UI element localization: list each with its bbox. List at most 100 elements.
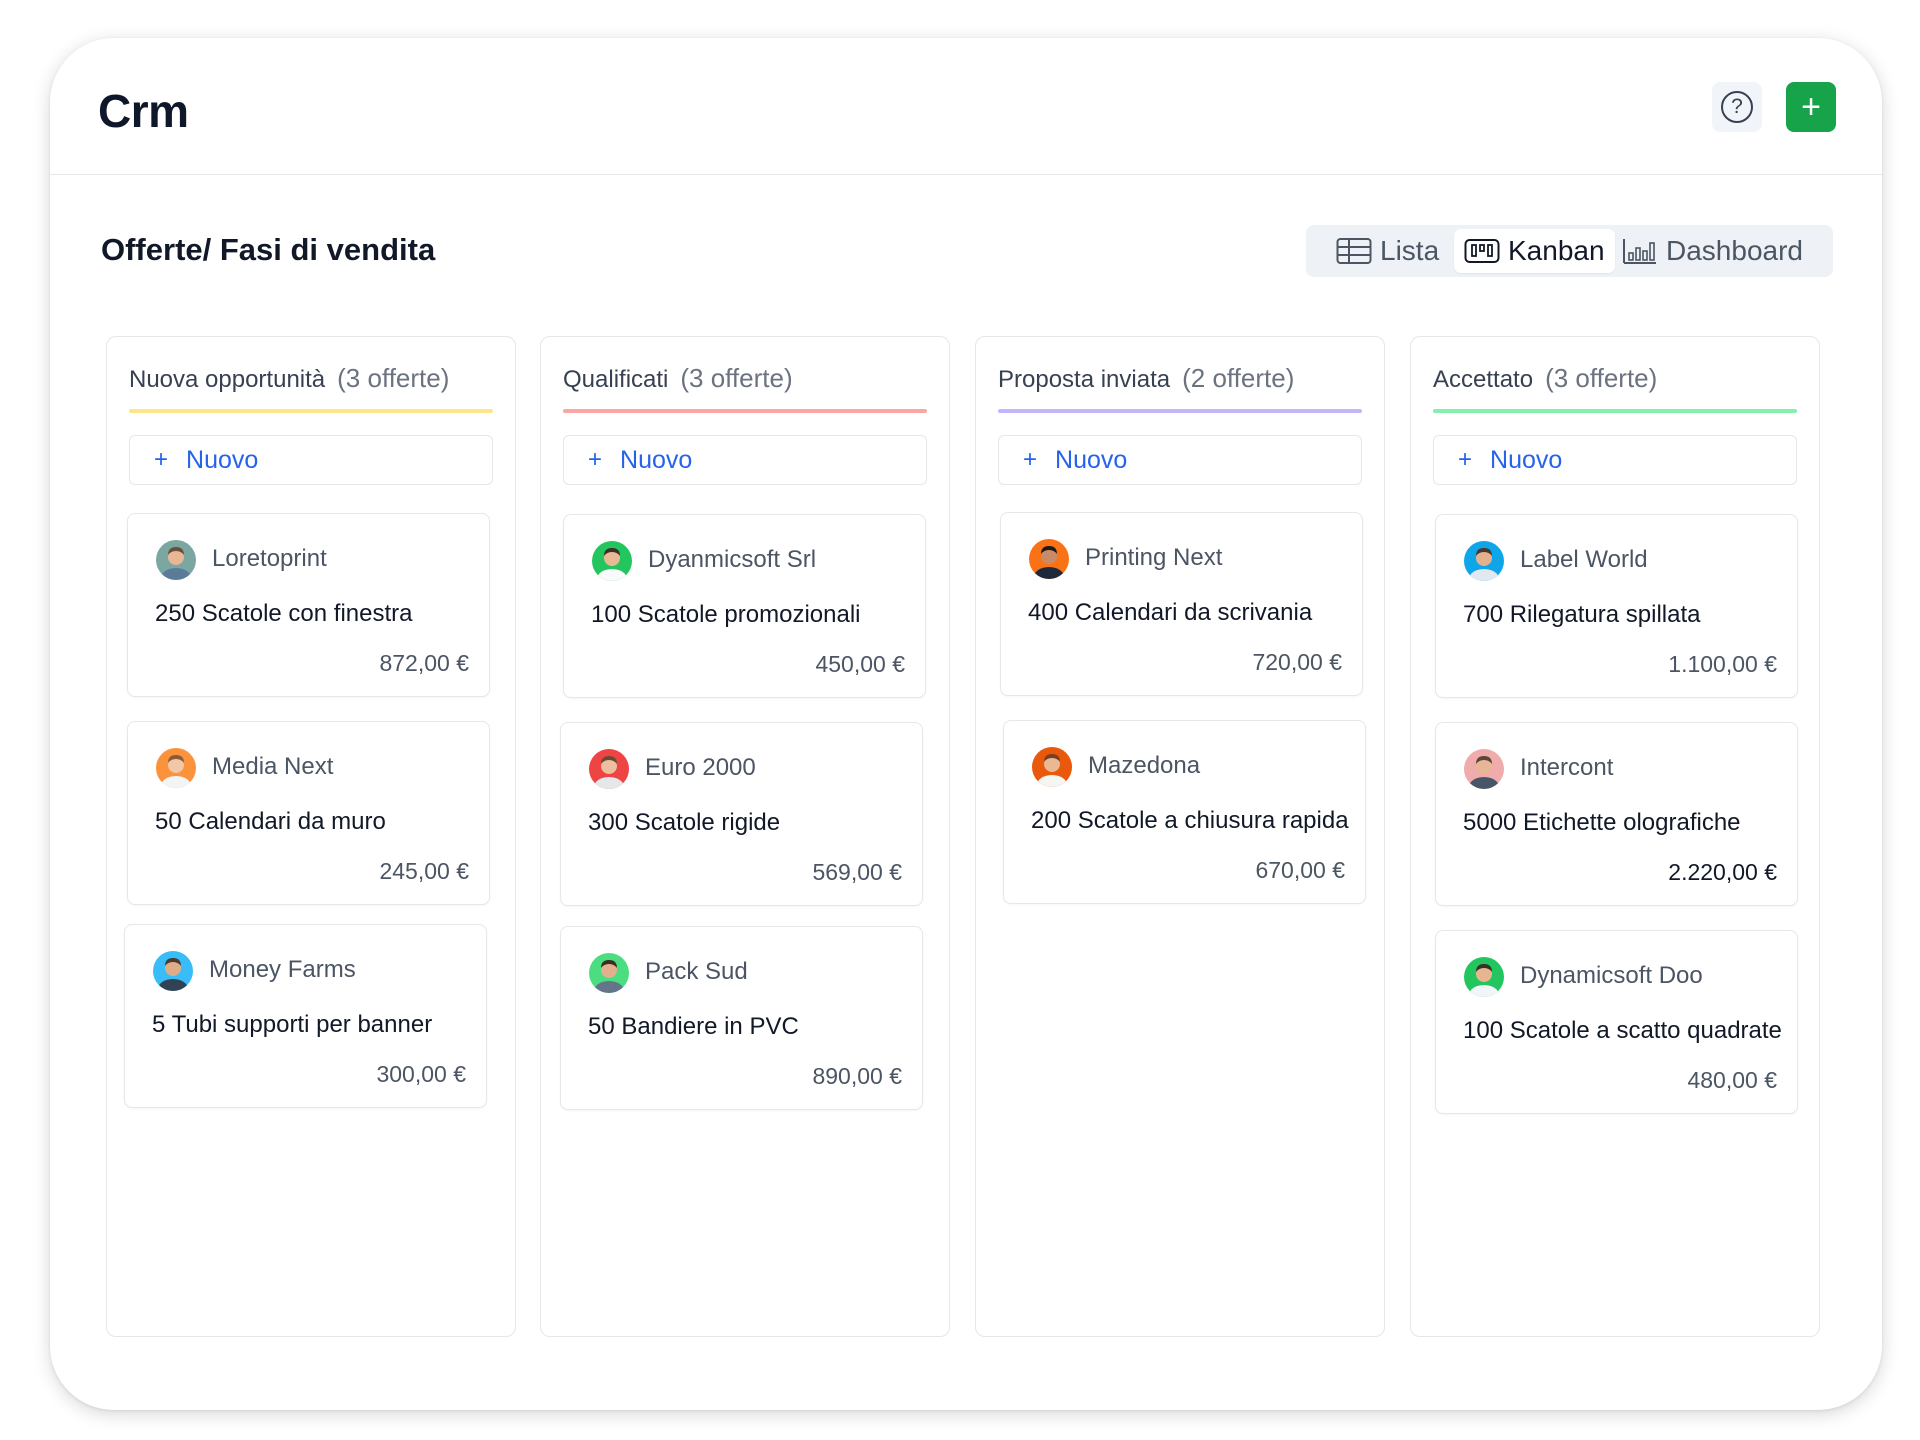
deal-title: 5000 Etichette olografiche (1463, 809, 1741, 836)
tab-kanban-label: Kanban (1508, 235, 1605, 266)
question-circle-icon: ? (1721, 91, 1753, 123)
add-button[interactable]: + (1786, 82, 1836, 132)
deal-amount: 300,00 € (376, 1061, 466, 1087)
avatar (156, 748, 196, 788)
deal-title: 100 Scatole a scatto quadrate (1463, 1017, 1782, 1044)
deal-card[interactable]: Money Farms 5 Tubi supporti per banner 3… (124, 924, 487, 1108)
column-title: Proposta inviata (998, 366, 1171, 393)
plus-icon: + (1023, 446, 1038, 473)
deal-title: 50 Calendari da muro (155, 808, 386, 835)
deal-title: 5 Tubi supporti per banner (152, 1011, 433, 1038)
plus-icon: + (1801, 88, 1821, 126)
plus-icon: + (154, 446, 169, 473)
column-accent-line (563, 409, 927, 413)
deal-card[interactable]: Label World 700 Rilegatura spillata 1.10… (1435, 514, 1798, 698)
deal-card[interactable]: Loretoprint 250 Scatole con finestra 872… (127, 513, 490, 697)
deal-card[interactable]: Dyanmicsoft Srl 100 Scatole promozionali… (563, 514, 926, 698)
tab-dashboard-label: Dashboard (1666, 235, 1803, 266)
top-bar: Crm ? + (50, 38, 1882, 175)
avatar (1032, 747, 1072, 787)
new-deal-label: Nuovo (186, 445, 259, 474)
deal-amount: 2.220,00 € (1668, 859, 1777, 885)
company-name: Intercont (1520, 754, 1614, 781)
deal-title: 200 Scatole a chiusura rapida (1031, 807, 1349, 834)
deal-card[interactable]: Dynamicsoft Doo 100 Scatole a scatto qua… (1435, 930, 1798, 1114)
deal-card[interactable]: Pack Sud 50 Bandiere in PVC 890,00 € (560, 926, 923, 1110)
deal-amount: 569,00 € (812, 859, 902, 885)
tab-dashboard[interactable]: Dashboard (1612, 229, 1813, 273)
column-title: Qualificati (563, 366, 669, 393)
deal-card[interactable]: Media Next 50 Calendari da muro 245,00 € (127, 721, 490, 905)
deal-title: 50 Bandiere in PVC (588, 1013, 799, 1040)
help-button[interactable]: ? (1712, 82, 1762, 132)
company-name: Mazedona (1088, 752, 1201, 779)
deal-amount: 890,00 € (812, 1063, 902, 1089)
deal-title: 400 Calendari da scrivania (1028, 599, 1313, 626)
avatar (589, 749, 629, 789)
plus-icon: + (1458, 446, 1473, 473)
new-deal-button[interactable]: + Nuovo (129, 435, 493, 485)
column-count: (2 offerte) (1182, 363, 1295, 393)
tab-lista[interactable]: Lista (1326, 229, 1449, 273)
company-name: Media Next (212, 753, 334, 780)
new-deal-label: Nuovo (620, 445, 693, 474)
company-name: Printing Next (1085, 544, 1223, 571)
avatar (592, 541, 632, 581)
new-deal-button[interactable]: + Nuovo (1433, 435, 1797, 485)
company-name: Dynamicsoft Doo (1520, 962, 1703, 989)
kanban-icon (1464, 239, 1500, 263)
app-window: Crm ? + Offerte/ Fasi di vendita Lista K… (50, 38, 1882, 1410)
deal-title: 300 Scatole rigide (588, 809, 781, 836)
company-name: Pack Sud (645, 958, 748, 985)
column-accent-line (998, 409, 1362, 413)
avatar (153, 951, 193, 991)
company-name: Money Farms (209, 956, 356, 983)
new-deal-button[interactable]: + Nuovo (563, 435, 927, 485)
deal-amount: 720,00 € (1252, 649, 1342, 675)
column-header: Proposta inviata (2 offerte) (998, 363, 1362, 409)
new-deal-button[interactable]: + Nuovo (998, 435, 1362, 485)
avatar (156, 540, 196, 580)
column-header: Accettato (3 offerte) (1433, 363, 1797, 409)
avatar (1029, 539, 1069, 579)
deal-card[interactable]: Euro 2000 300 Scatole rigide 569,00 € (560, 722, 923, 906)
column-count: (3 offerte) (680, 363, 793, 393)
column-header: Nuova opportunità (3 offerte) (129, 363, 493, 409)
column-accent-line (1433, 409, 1797, 413)
deal-amount: 1.100,00 € (1668, 651, 1777, 677)
plus-icon: + (588, 446, 603, 473)
column-header: Qualificati (3 offerte) (563, 363, 927, 409)
new-deal-label: Nuovo (1055, 445, 1128, 474)
company-name: Label World (1520, 546, 1648, 573)
table-icon (1336, 238, 1372, 264)
column-count: (3 offerte) (337, 363, 450, 393)
deal-card[interactable]: Mazedona 200 Scatole a chiusura rapida 6… (1003, 720, 1366, 904)
deal-title: 700 Rilegatura spillata (1463, 601, 1701, 628)
deal-title: 100 Scatole promozionali (591, 601, 861, 628)
deal-amount: 480,00 € (1687, 1067, 1777, 1093)
deal-card[interactable]: Intercont 5000 Etichette olografiche 2.2… (1435, 722, 1798, 906)
company-name: Dyanmicsoft Srl (648, 546, 817, 573)
tab-kanban[interactable]: Kanban (1454, 229, 1615, 273)
page-title: Offerte/ Fasi di vendita (101, 232, 436, 267)
column-title: Accettato (1433, 366, 1534, 393)
deal-amount: 670,00 € (1255, 857, 1345, 883)
avatar (589, 953, 629, 993)
kanban-column: Qualificati (3 offerte) + Nuovo Dyanmics… (540, 336, 950, 1337)
kanban-column: Nuova opportunità (3 offerte) + Nuovo Lo… (106, 336, 516, 1337)
column-count: (3 offerte) (1545, 363, 1658, 393)
avatar (1464, 749, 1504, 789)
kanban-column: Accettato (3 offerte) + Nuovo Label Worl… (1410, 336, 1820, 1337)
company-name: Euro 2000 (645, 754, 756, 781)
deal-card[interactable]: Printing Next 400 Calendari da scrivania… (1000, 512, 1363, 696)
column-title: Nuova opportunità (129, 366, 326, 393)
deal-title: 250 Scatole con finestra (155, 600, 413, 627)
column-accent-line (129, 409, 493, 413)
deal-amount: 245,00 € (379, 858, 469, 884)
tab-lista-label: Lista (1380, 235, 1440, 266)
deal-amount: 872,00 € (379, 650, 469, 676)
avatar (1464, 541, 1504, 581)
new-deal-label: Nuovo (1490, 445, 1563, 474)
company-name: Loretoprint (212, 545, 327, 572)
kanban-column: Proposta inviata (2 offerte) + Nuovo Pri… (975, 336, 1385, 1337)
